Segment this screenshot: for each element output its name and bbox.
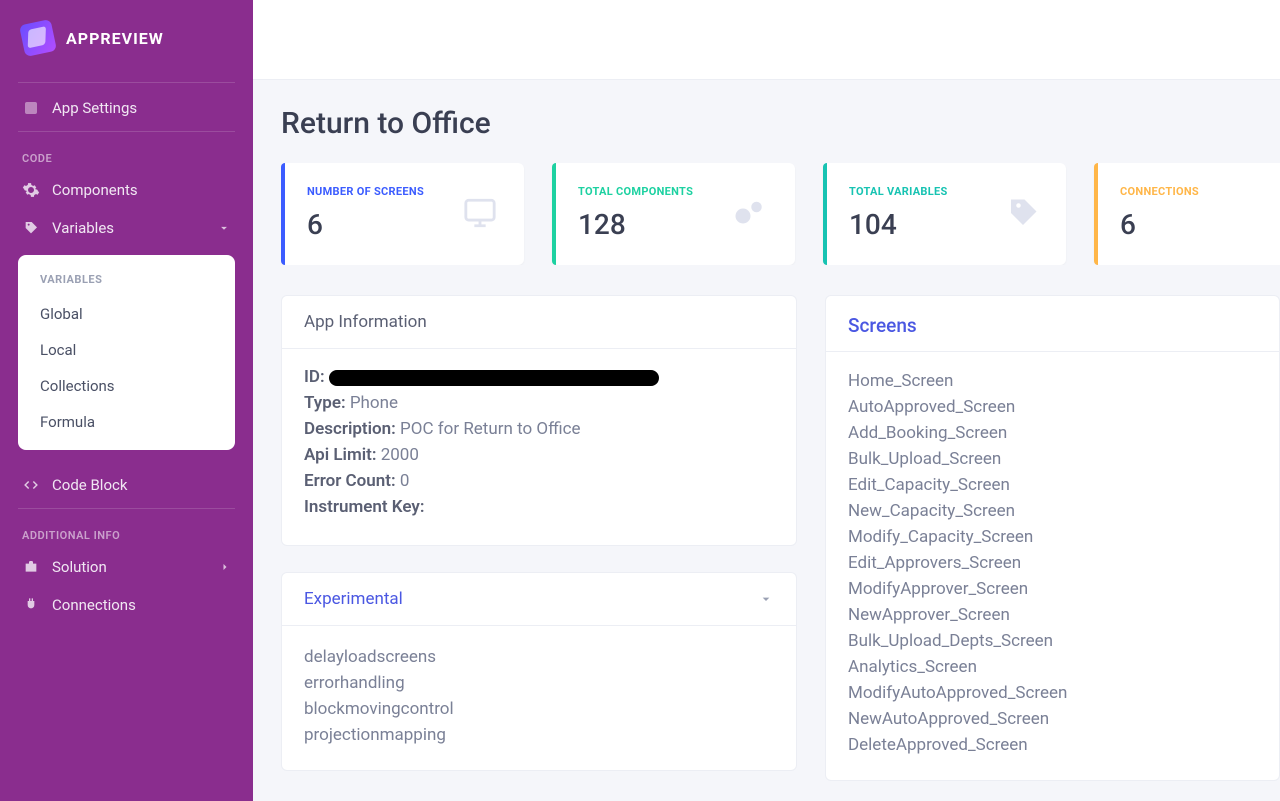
submenu-heading: VARIABLES (18, 269, 235, 296)
sidebar-item-connections[interactable]: Connections (0, 586, 253, 624)
screen-item[interactable]: ModifyApprover_Screen (848, 576, 1257, 602)
panel-header-experimental[interactable]: Experimental (282, 573, 796, 626)
variables-submenu: VARIABLES Global Local Collections Formu… (18, 255, 235, 450)
sidebar-item-label: Variables (52, 219, 114, 237)
app-info-panel: App Information ID: Type: Phone Descript… (281, 295, 797, 546)
stat-label: NUMBER OF SCREENS (307, 185, 424, 198)
screen-item[interactable]: NewAutoApproved_Screen (848, 706, 1257, 732)
sidebar-item-label: Solution (52, 558, 107, 576)
sidebar-heading-additional: ADDITIONAL INFO (0, 515, 253, 548)
kv-error-count: Error Count: 0 (304, 471, 774, 491)
panel-header-app-info[interactable]: App Information (282, 296, 796, 349)
kv-type: Type: Phone (304, 393, 774, 413)
stat-row: NUMBER OF SCREENS 6 TOTAL COMPONENTS 128 (281, 163, 1280, 265)
brand-title: APPREVIEW (66, 29, 164, 48)
content: Return to Office NUMBER OF SCREENS 6 TOT… (253, 80, 1280, 801)
kv-instrument-key: Instrument Key: (304, 497, 774, 517)
kv-description: Description: POC for Return to Office (304, 419, 774, 439)
screen-item[interactable]: Analytics_Screen (848, 654, 1257, 680)
stat-label: TOTAL COMPONENTS (578, 185, 693, 198)
screen-item[interactable]: Edit_Approvers_Screen (848, 550, 1257, 576)
sidebar-item-label: Components (52, 181, 138, 199)
stat-value: 128 (578, 208, 693, 241)
sidebar-item-components[interactable]: Components (0, 171, 253, 209)
chevron-down-icon (217, 221, 231, 235)
sidebar-item-variables[interactable]: Variables (0, 209, 253, 247)
experimental-item: errorhandling (304, 670, 774, 696)
sidebar-item-label: Connections (52, 596, 136, 614)
divider (18, 82, 235, 83)
screen-item[interactable]: New_Capacity_Screen (848, 498, 1257, 524)
screen-item[interactable]: Bulk_Upload_Depts_Screen (848, 628, 1257, 654)
stat-card-screens: NUMBER OF SCREENS 6 (281, 163, 524, 265)
sidebar-item-app-settings[interactable]: App Settings (0, 89, 253, 127)
app-icon (22, 99, 40, 117)
divider (18, 508, 235, 509)
chevron-right-icon (219, 561, 231, 573)
screen-item[interactable]: AutoApproved_Screen (848, 394, 1257, 420)
stat-card-components: TOTAL COMPONENTS 128 (552, 163, 795, 265)
kv-api-limit: Api Limit: 2000 (304, 445, 774, 465)
gears-icon (727, 195, 771, 231)
chevron-down-icon (758, 591, 774, 607)
main: Return to Office NUMBER OF SCREENS 6 TOT… (253, 0, 1280, 801)
panel-header-screens[interactable]: Screens (826, 296, 1279, 352)
screen-item[interactable]: NewApprover_Screen (848, 602, 1257, 628)
sidebar-item-label: Code Block (52, 476, 127, 494)
screen-item[interactable]: Modify_Capacity_Screen (848, 524, 1257, 550)
brand[interactable]: APPREVIEW (0, 0, 253, 78)
sidebar-item-label: App Settings (52, 99, 137, 117)
code-icon (22, 476, 40, 494)
stat-value: 104 (849, 208, 948, 241)
experimental-item: projectionmapping (304, 722, 774, 748)
divider (18, 131, 235, 132)
screen-item[interactable]: Add_Booking_Screen (848, 420, 1257, 446)
submenu-item-global[interactable]: Global (18, 296, 235, 332)
sidebar-item-code-block[interactable]: Code Block (0, 466, 253, 504)
sidebar-heading-code: CODE (0, 138, 253, 171)
submenu-item-collections[interactable]: Collections (18, 368, 235, 404)
kv-id: ID: (304, 367, 774, 387)
submenu-item-local[interactable]: Local (18, 332, 235, 368)
screen-item[interactable]: Bulk_Upload_Screen (848, 446, 1257, 472)
brand-logo-icon (19, 19, 57, 57)
plug-icon (22, 596, 40, 614)
experimental-panel: Experimental delayloadscreens errorhandl… (281, 572, 797, 771)
monitor-icon (460, 196, 500, 230)
stat-label: TOTAL VARIABLES (849, 185, 948, 198)
sidebar-item-solution[interactable]: Solution (0, 548, 253, 586)
experimental-item: delayloadscreens (304, 644, 774, 670)
stat-card-variables: TOTAL VARIABLES 104 (823, 163, 1066, 265)
screen-item[interactable]: DeleteApproved_Screen (848, 732, 1257, 758)
screen-item[interactable]: ModifyAutoApproved_Screen (848, 680, 1257, 706)
stat-card-connections: CONNECTIONS 6 (1094, 163, 1280, 265)
page-title: Return to Office (281, 106, 1280, 141)
panel-title: Experimental (304, 589, 403, 609)
screens-panel: Screens Home_ScreenAutoApproved_ScreenAd… (825, 295, 1280, 781)
experimental-item: blockmovingcontrol (304, 696, 774, 722)
submenu-item-formula[interactable]: Formula (18, 404, 235, 440)
screen-item[interactable]: Edit_Capacity_Screen (848, 472, 1257, 498)
tag-icon (22, 219, 40, 237)
stat-label: CONNECTIONS (1120, 185, 1199, 198)
topbar (253, 0, 1280, 80)
screen-item[interactable]: Home_Screen (848, 368, 1257, 394)
gear-icon (22, 181, 40, 199)
stat-value: 6 (1120, 208, 1199, 241)
briefcase-icon (22, 558, 40, 576)
tag-icon (1004, 195, 1042, 231)
sidebar: APPREVIEW App Settings CODE Components V… (0, 0, 253, 801)
stat-value: 6 (307, 208, 424, 241)
redacted-id (329, 370, 659, 386)
